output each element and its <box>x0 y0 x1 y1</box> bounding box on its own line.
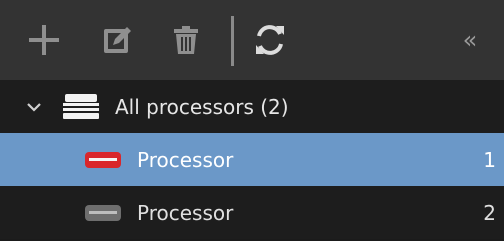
processor-item-1[interactable]: Processor 1 <box>0 133 504 186</box>
chevron-down-icon[interactable] <box>26 80 42 133</box>
refresh-icon <box>256 25 284 55</box>
collapse-panel-button[interactable]: « <box>450 0 490 80</box>
toolbar: « <box>0 0 504 80</box>
processor-item-2[interactable]: Processor 2 <box>0 186 504 239</box>
processor-icon <box>82 133 124 186</box>
refresh-button[interactable] <box>240 0 300 80</box>
processor-icon <box>82 186 124 239</box>
tree-group-label: All processors (2) <box>115 94 289 119</box>
delete-button[interactable] <box>156 0 216 80</box>
processor-index: 2 <box>483 200 496 225</box>
server-stack-icon <box>60 80 102 133</box>
add-button[interactable] <box>14 0 74 80</box>
edit-button[interactable] <box>88 0 148 80</box>
tree-group-all-processors[interactable]: All processors (2) <box>0 80 504 133</box>
processor-label: Processor <box>137 200 234 225</box>
plus-icon <box>29 25 59 55</box>
processor-label: Processor <box>137 147 234 172</box>
trash-icon <box>174 26 198 54</box>
processor-index: 1 <box>483 147 496 172</box>
double-chevron-left-icon: « <box>462 26 478 54</box>
edit-icon <box>104 27 131 53</box>
toolbar-separator <box>231 16 234 66</box>
